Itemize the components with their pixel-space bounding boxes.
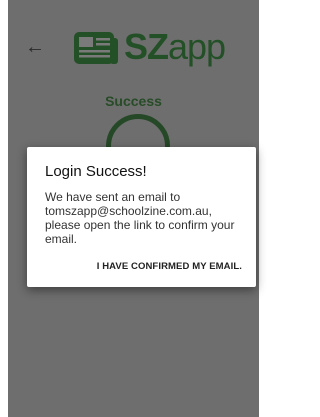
app-logo: SZapp (72, 22, 226, 72)
logo-wordmark: SZapp (124, 26, 226, 67)
logo-bold-text: SZ (124, 26, 169, 67)
back-button[interactable]: ← (24, 36, 46, 58)
dialog-message-line: We have sent an email to (45, 190, 181, 204)
logo-light-text: app (168, 26, 226, 67)
dialog-message-line: email. (45, 232, 78, 246)
status-text: Success (105, 93, 162, 109)
arrow-left-icon: ← (25, 36, 45, 58)
dialog-message-line: tomszapp@schoolzine.com.au, (45, 204, 212, 218)
login-success-dialog: Login Success! We have sent an email to … (27, 147, 256, 287)
dialog-message-line: please open the link to confirm your (45, 218, 235, 232)
confirm-email-button[interactable]: I HAVE CONFIRMED MY EMAIL. (97, 261, 242, 272)
dialog-title: Login Success! (45, 163, 147, 180)
newspaper-icon (74, 32, 118, 64)
